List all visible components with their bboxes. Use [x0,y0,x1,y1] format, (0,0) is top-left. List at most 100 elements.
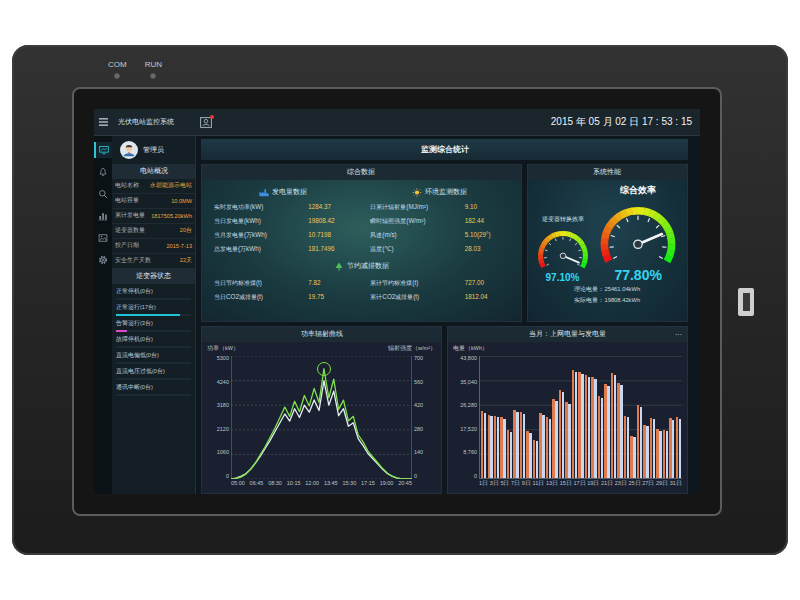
monitor-icon[interactable] [99,145,109,155]
performance-body: 逆变器转换效率 97.10%综合效率 77.80% 理论电量：25461.04k… [528,180,687,321]
axis-tick: 17日 [573,481,585,490]
bar[interactable] [672,420,674,478]
section-title: 节约减排数据 [347,262,389,271]
avatar-icon [120,141,138,159]
bar[interactable] [659,431,661,478]
bar[interactable] [588,377,590,478]
bar[interactable] [542,415,544,479]
bar[interactable] [523,414,525,478]
day-bar-group [656,356,661,478]
menu-button[interactable] [94,118,112,126]
station-label: 累计发电量 [115,212,145,220]
screen: 光伏电站监控系统 2015 年 05 月 02 日 17 : 53 : 15 管… [94,109,700,494]
bar[interactable] [562,392,564,478]
day-bar-group [637,356,642,478]
bar[interactable] [555,401,557,478]
bar[interactable] [549,419,551,478]
metric-value: 1812.04 [465,290,509,304]
axis-tick: 1日 [479,481,488,490]
card-title: 综合数据 [202,165,521,180]
metric-value: 1284.37 [308,200,352,214]
day-bar-group [481,356,486,478]
bar[interactable] [627,417,629,478]
axis-tick: 25日 [628,481,640,490]
axis-tick: 15日 [560,481,572,490]
bar[interactable] [653,419,655,478]
x-axis-ticks: 05:0006:4508:3010:1512:0013:4515:3017:15… [231,481,412,490]
bar[interactable] [633,437,635,478]
bar[interactable] [490,416,492,478]
inverter-status-item[interactable]: 直流电偏低(0台) [116,352,191,364]
inverter-status-item[interactable]: 通讯中断(0台) [116,384,191,396]
left-axis-label: 功率（kW） [207,345,239,354]
menu-icon[interactable] [99,118,108,126]
day-bar-group [650,356,655,478]
generation-values: 实时发电功率(kW) 1284.37当日发电量(kWh) 19808.42当月发… [214,200,352,256]
inverter-status-item[interactable]: 告警运行(3台) [116,320,191,332]
day-bar-group [520,356,525,478]
search-icon[interactable] [98,189,108,199]
gauge-row: 逆变器转换效率 97.10%综合效率 77.80% [532,184,683,283]
station-row: 累计发电量 1817505.20kWh [112,209,195,224]
nav-item[interactable] [94,186,112,202]
bell-icon[interactable] [98,167,108,177]
bar[interactable] [536,441,538,478]
station-value: 10.0MW [171,198,192,204]
bar[interactable] [529,433,531,478]
indicator-label: COM [108,61,127,69]
bar[interactable] [614,375,616,478]
station-panel: 管理员 电站概况 电站名称 永碧能源示电站电站容量 10.0MW累计发电量 18… [112,136,196,494]
nav-item[interactable] [94,142,112,158]
day-bar-group [487,356,492,478]
bar[interactable] [640,407,642,478]
sun-icon [412,188,422,197]
bar[interactable] [497,417,499,478]
section-header: 节约减排数据 [214,260,509,272]
gear-icon[interactable] [98,255,108,265]
metric-value: 182.44 [465,214,509,228]
station-value: 永碧能源示电站 [150,182,192,190]
station-label: 逆变器数量 [115,227,145,235]
inverter-status-item[interactable]: 正常运行(17台) [116,304,191,316]
day-bar-group [604,356,609,478]
more-button[interactable]: ··· [675,331,687,338]
nav-item[interactable] [94,230,112,246]
nav-rail [94,136,112,494]
bar[interactable] [646,426,648,478]
station-label: 电站名称 [115,182,139,190]
metric-label: 当月发电量(万kWh) [214,228,308,242]
axis-tick: 3180 [207,403,229,409]
bar[interactable] [484,413,486,478]
chart-row: 功率辐射曲线 功率（kW） 辐射强度（w/m²） 530042403180212… [201,326,688,494]
plot-area [231,356,412,479]
bar[interactable] [666,431,668,478]
nav-item[interactable] [94,164,112,180]
indicator-label: RUN [145,61,162,69]
gauge-reading: 97.10% [546,272,580,283]
inverter-status-item[interactable]: 直流电压过低(0台) [116,368,191,380]
bar[interactable] [516,412,518,478]
day-bar-group [513,356,518,478]
user-card[interactable]: 管理员 [112,136,195,164]
bar[interactable] [503,419,505,478]
bar-plot [479,356,682,479]
inverter-status-item[interactable]: 故障停机(0台) [116,336,191,348]
metric-value: 28.03 [465,242,509,256]
bar[interactable] [679,419,681,478]
nav-item[interactable] [94,252,112,268]
bar[interactable] [620,385,622,478]
bar[interactable] [575,372,577,478]
bar[interactable] [581,374,583,478]
image-icon[interactable] [98,233,108,243]
bar[interactable] [607,386,609,478]
nav-item[interactable] [94,208,112,224]
axis-tick: 17:15 [361,481,375,490]
bar-chart-icon[interactable] [98,211,108,221]
notification-button[interactable] [200,117,212,128]
inverter-status-item[interactable]: 正常停机(0台) [116,288,191,300]
bar[interactable] [601,398,603,478]
bar[interactable] [594,379,596,478]
bar[interactable] [510,432,512,478]
bar[interactable] [568,404,570,478]
axis-tick: 9日 [522,481,531,490]
